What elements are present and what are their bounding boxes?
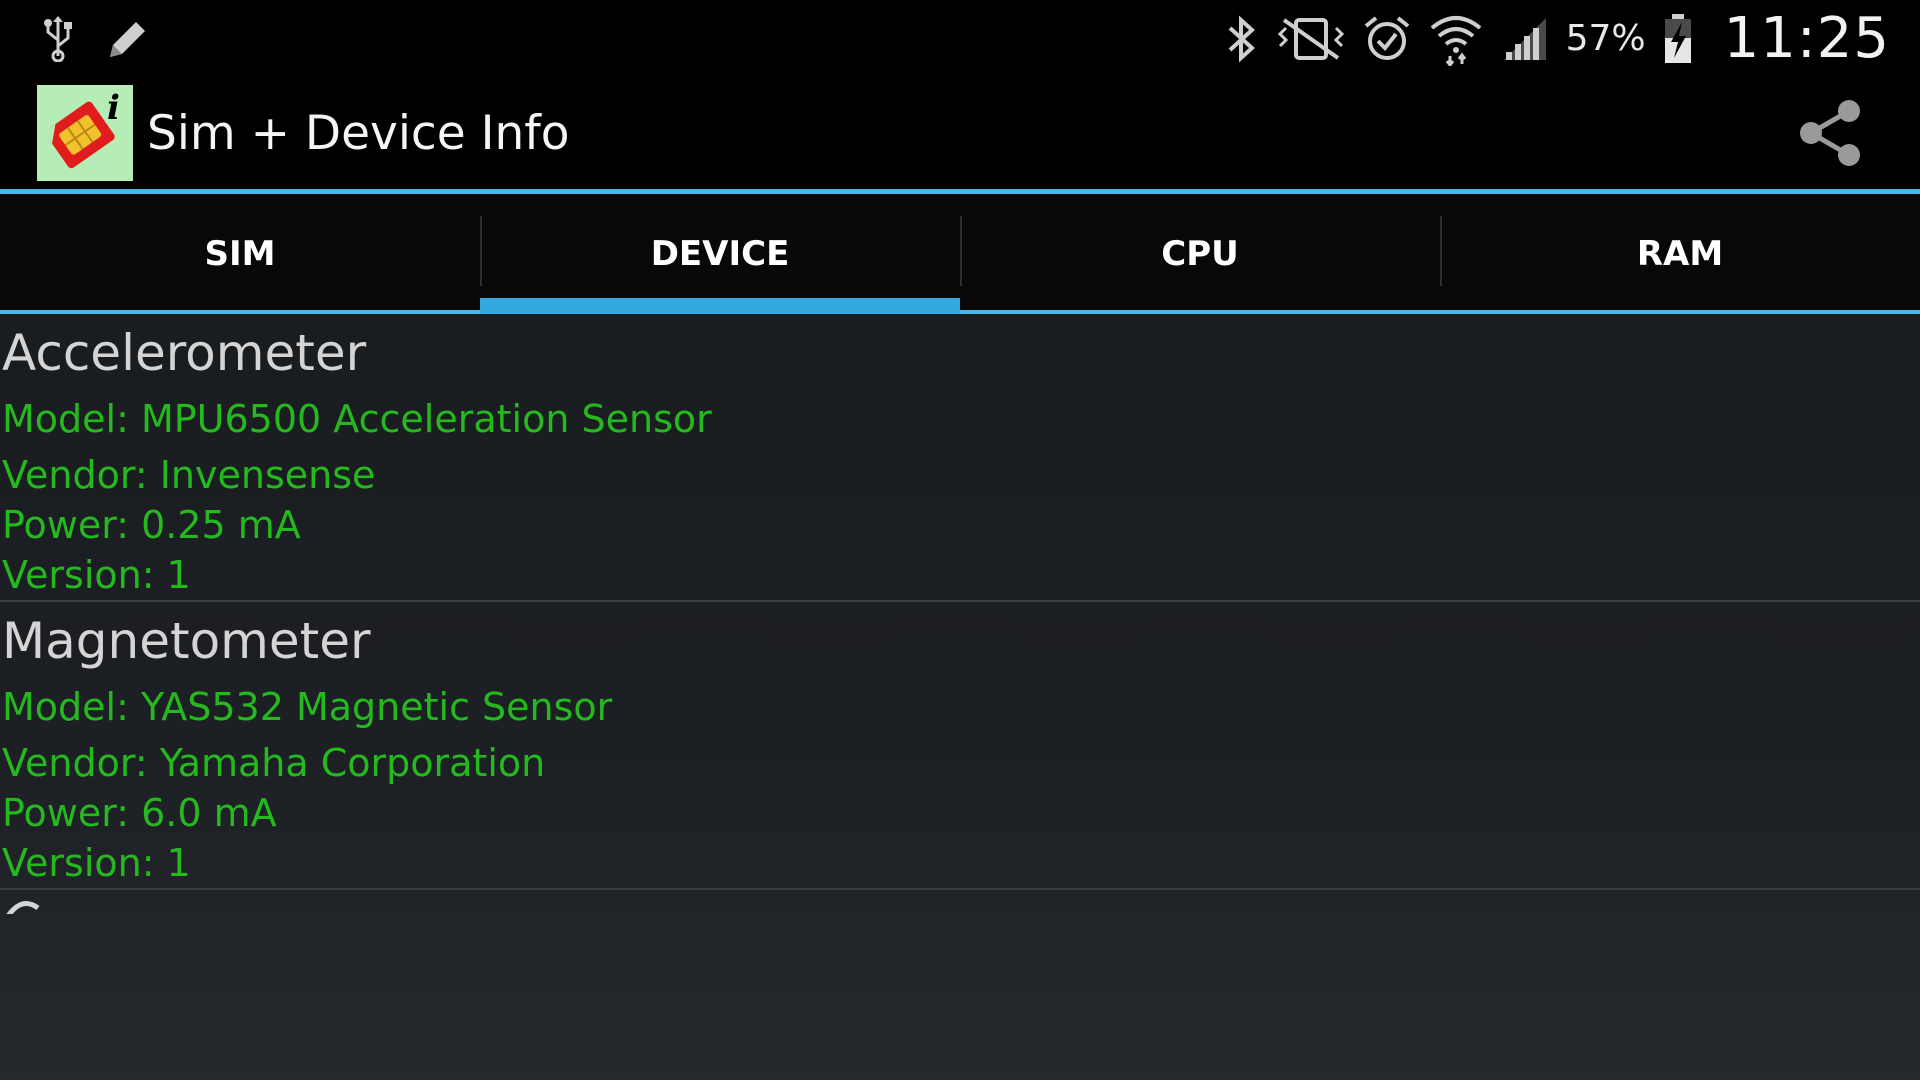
- usb-icon: [40, 15, 76, 62]
- alarm-icon: [1362, 14, 1412, 64]
- tab-device-indicator: [480, 298, 960, 314]
- status-bar: 57% 11:25: [0, 0, 1920, 77]
- bluetooth-icon: [1222, 14, 1260, 64]
- sensor-version: Version: 1: [2, 553, 191, 597]
- sensor-power: Power: 0.25 mA: [2, 503, 301, 547]
- sensor-title: Magnetometer: [2, 612, 371, 670]
- list-item: Magnetometer Model: YAS532 Magnetic Sens…: [0, 602, 1920, 890]
- sensor-model: Model: MPU6500 Acceleration Sensor: [2, 397, 712, 441]
- clock: 11:25: [1723, 6, 1890, 71]
- wifi-icon: [1428, 12, 1484, 66]
- sensor-power: Power: 6.0 mA: [2, 791, 277, 835]
- sensor-model: Model: YAS532 Magnetic Sensor: [2, 685, 613, 729]
- tab-device-label: DEVICE: [650, 234, 790, 274]
- partial-heading-glyph: [6, 901, 40, 914]
- tab-sim-label: SIM: [204, 234, 276, 274]
- app-title: Sim + Device Info: [147, 105, 570, 161]
- sensor-vendor: Vendor: Yamaha Corporation: [2, 741, 546, 785]
- battery-percent: 57%: [1565, 18, 1646, 59]
- tab-ram-label: RAM: [1636, 234, 1724, 274]
- list-item-partial: [0, 890, 1920, 914]
- tab-ram[interactable]: RAM: [1440, 194, 1920, 314]
- battery-icon: [1662, 12, 1694, 66]
- tab-sim[interactable]: SIM: [0, 194, 480, 314]
- sensor-list[interactable]: Accelerometer Model: MPU6500 Acceleratio…: [0, 314, 1920, 1080]
- app-logo-icon: i: [37, 85, 133, 181]
- share-button[interactable]: [1790, 93, 1870, 173]
- system-icons: 57% 11:25: [1222, 6, 1920, 71]
- sensor-vendor: Vendor: Invensense: [2, 453, 376, 497]
- edit-icon: [104, 17, 150, 61]
- vibrate-mute-icon: [1276, 14, 1346, 64]
- tab-cpu-label: CPU: [1161, 234, 1239, 274]
- sensor-title: Accelerometer: [2, 324, 367, 382]
- action-bar: i Sim + Device Info: [0, 77, 1920, 189]
- tab-device[interactable]: DEVICE: [480, 194, 960, 314]
- svg-text:i: i: [107, 88, 120, 128]
- share-icon: [1800, 100, 1860, 166]
- tab-cpu[interactable]: CPU: [960, 194, 1440, 314]
- sensor-version: Version: 1: [2, 841, 191, 885]
- list-item: Accelerometer Model: MPU6500 Acceleratio…: [0, 314, 1920, 602]
- signal-icon: [1500, 14, 1550, 64]
- notification-icons: [0, 15, 150, 62]
- tab-bar: SIM DEVICE CPU RAM: [0, 194, 1920, 314]
